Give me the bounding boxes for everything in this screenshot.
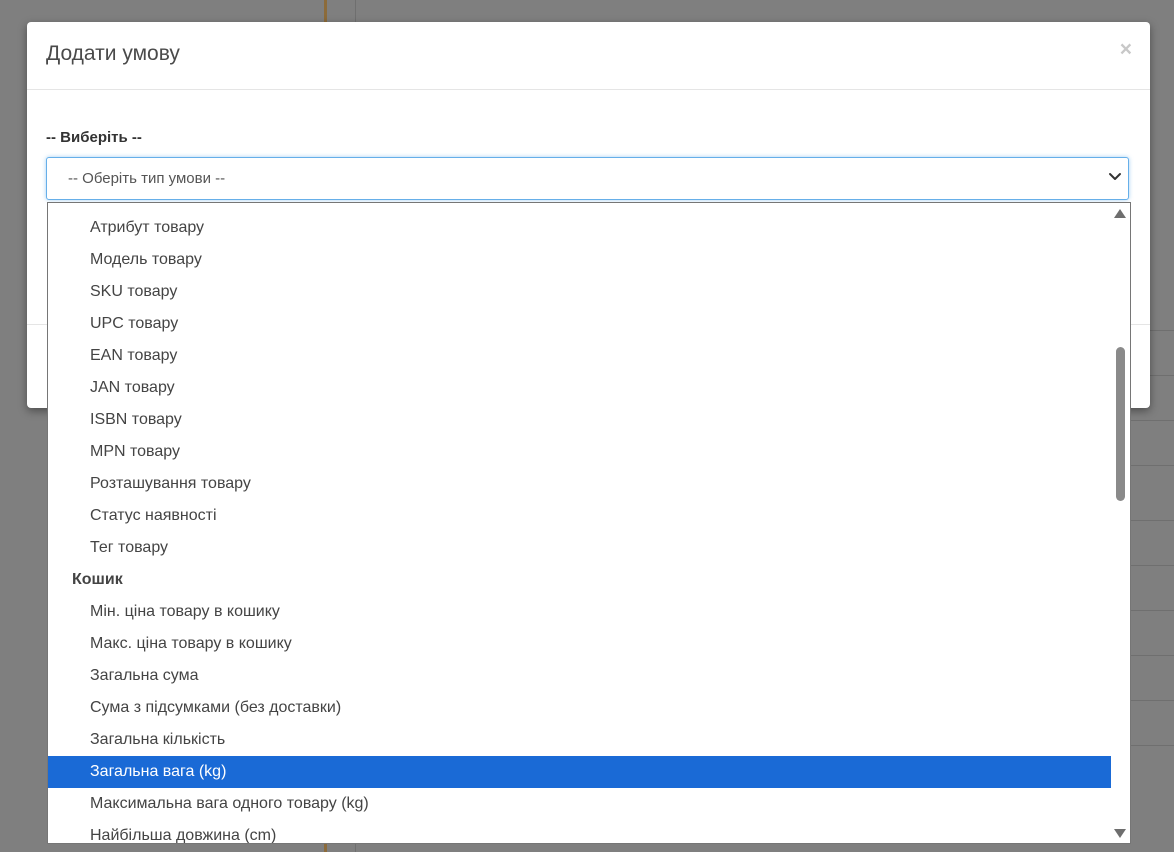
background-row-line	[1130, 520, 1174, 521]
dropdown-option[interactable]: Сума з підсумками (без доставки)	[48, 692, 1111, 724]
condition-type-label: -- Виберіть --	[46, 129, 142, 146]
dropdown-option[interactable]: SKU товару	[48, 276, 1111, 308]
dropdown-option-selected[interactable]: Загальна вага (kg)	[48, 756, 1111, 788]
background-row-line	[1130, 700, 1174, 701]
dropdown-option[interactable]: Максимальна вага одного товару (kg)	[48, 788, 1111, 820]
dropdown-option[interactable]: JAN товару	[48, 372, 1111, 404]
dropdown-option[interactable]: MPN товару	[48, 436, 1111, 468]
dropdown-option[interactable]: Статус наявності	[48, 500, 1111, 532]
dropdown-options: Атрибут товару Модель товару SKU товару UPC…	[48, 203, 1111, 843]
modal-header: Додати умову ×	[27, 22, 1150, 90]
dropdown-group-label: Кошик	[72, 571, 123, 588]
dropdown-option[interactable]: ISBN товару	[48, 404, 1111, 436]
dropdown-option[interactable]: Макс. ціна товару в кошику	[48, 628, 1111, 660]
scrollbar-thumb[interactable]	[1116, 347, 1125, 501]
scroll-up-icon[interactable]	[1114, 209, 1126, 218]
dropdown-option[interactable]: Тег товару	[48, 532, 1111, 564]
condition-type-select[interactable]: -- Оберіть тип умови --	[46, 157, 1129, 200]
background-row-line	[1130, 655, 1174, 656]
dropdown-option[interactable]: Загальна сума	[48, 660, 1111, 692]
close-icon[interactable]: ×	[1120, 38, 1132, 62]
dropdown-option[interactable]: Модель товару	[48, 244, 1111, 276]
background-row-line	[1130, 420, 1174, 421]
modal-title: Додати умову	[46, 42, 180, 65]
dropdown-option[interactable]: UPC товару	[48, 308, 1111, 340]
dropdown-option[interactable]: Атрибут товару	[48, 212, 1111, 244]
dropdown-scrollbar[interactable]	[1111, 203, 1130, 843]
dropdown-option[interactable]	[48, 203, 1111, 212]
background-row-line	[1130, 465, 1174, 466]
dropdown-option[interactable]: EAN товару	[48, 340, 1111, 372]
dropdown-option[interactable]: Загальна кількість	[48, 724, 1111, 756]
background-row-line	[1130, 745, 1174, 746]
dropdown-option[interactable]: Мін. ціна товару в кошику	[48, 596, 1111, 628]
dropdown-option[interactable]: Найбільша довжина (cm)	[48, 820, 1111, 843]
background-row-line	[1130, 610, 1174, 611]
select-value: -- Оберіть тип умови --	[68, 170, 226, 187]
scroll-down-icon[interactable]	[1114, 829, 1126, 838]
dropdown-option[interactable]: Розташування товару	[48, 468, 1111, 500]
condition-type-dropdown[interactable]: Атрибут товару Модель товару SKU товару UPC…	[47, 202, 1131, 844]
background-row-line	[1130, 565, 1174, 566]
chevron-down-icon	[1109, 173, 1121, 180]
